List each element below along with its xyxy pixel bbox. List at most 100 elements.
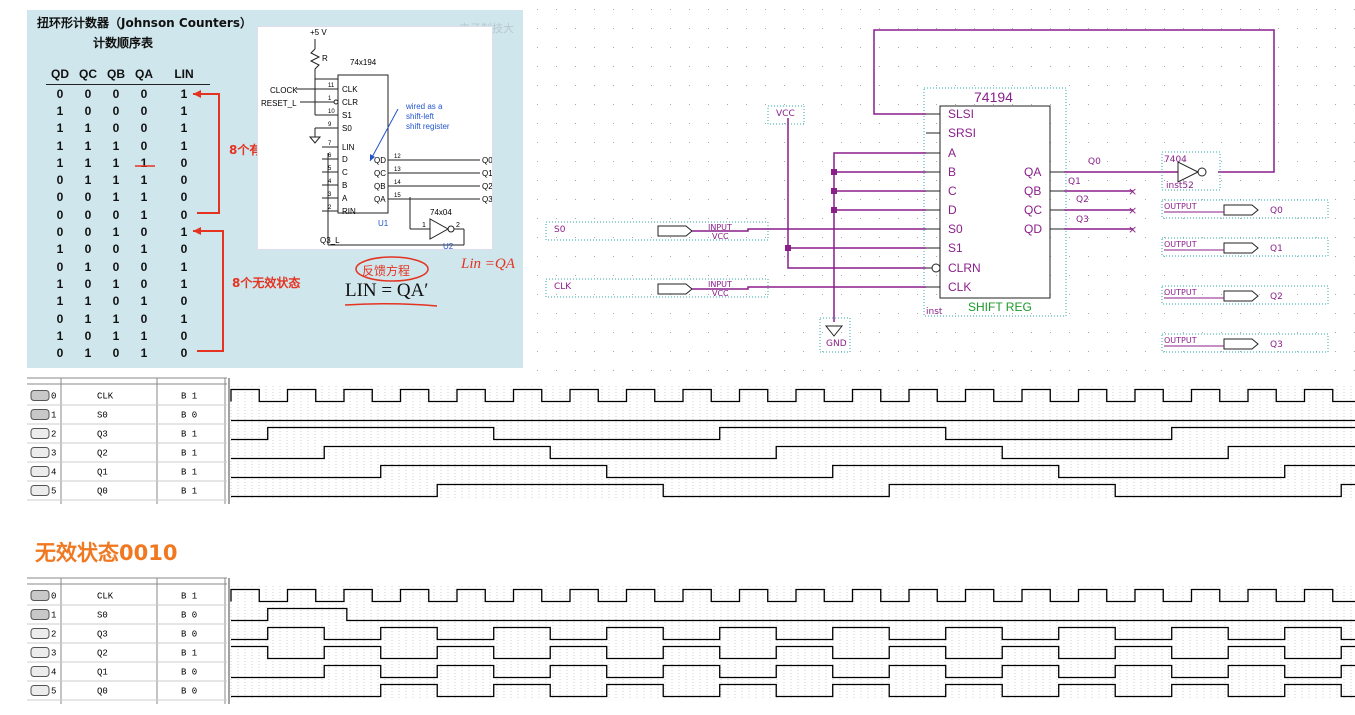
signal-value: B 0 xyxy=(181,687,197,697)
signal-name: CLK xyxy=(97,592,114,602)
signal-value: B 1 xyxy=(181,592,197,602)
chip-pin-name: QA xyxy=(1024,165,1041,179)
waveform-viewer-2[interactable]: 0 CLK B 1 1 S0 B 0 2 Q3 B 0 3 Q2 B 1 4 Q1 B 0 5 Q0 B 0 xyxy=(27,576,1355,706)
output-pin-q3[interactable]: Q3 xyxy=(1270,340,1283,350)
reset-label: RESET_L xyxy=(261,99,297,108)
wiring-note-1: wired as a xyxy=(405,102,443,111)
chip-pin-name: S1 xyxy=(948,241,963,255)
signal-value: B 0 xyxy=(181,411,197,421)
vcc-label: VCC xyxy=(776,109,795,119)
inverter-inst: inst52 xyxy=(1166,181,1194,191)
svg-text:OUTPUT: OUTPUT xyxy=(1164,288,1197,297)
wiring-note-3: shift register xyxy=(406,122,450,131)
signal-name: Q1 xyxy=(97,668,108,678)
chip-pin-name: CLK xyxy=(342,85,358,94)
output-pin-icon xyxy=(30,685,50,696)
output-pin-icon xyxy=(30,447,50,458)
signal-value: B 1 xyxy=(181,449,197,459)
chip-pin-name: S0 xyxy=(342,124,352,133)
chip-pin-name: C xyxy=(948,184,957,198)
signal-name: Q1 xyxy=(97,468,108,478)
inst-label: inst xyxy=(926,307,943,317)
chip-pin-name: A xyxy=(948,146,956,160)
gnd-label: GND xyxy=(826,339,847,349)
svg-text:×: × xyxy=(1128,204,1137,217)
chip-pin-number: 9 xyxy=(328,122,332,128)
signal-value: B 0 xyxy=(181,630,197,640)
chip-pin-number: 10 xyxy=(328,109,335,115)
signal-value: B 0 xyxy=(181,611,197,621)
input-pin-s0[interactable]: S0 xyxy=(554,225,566,235)
invalid-state-title: 无效状态0010 xyxy=(35,541,178,565)
chip-pin-name: QB xyxy=(1024,184,1041,198)
chip-pin-number: 1 xyxy=(328,96,332,102)
signal-value: B 1 xyxy=(181,487,197,497)
chip-pin-number: 13 xyxy=(394,167,401,173)
signal-value: B 1 xyxy=(181,392,197,402)
chip-pin-name: SLSI xyxy=(948,107,974,121)
svg-text:VCC: VCC xyxy=(712,232,729,241)
chip-pin-name: S1 xyxy=(342,111,352,120)
chip-pin-number: 15 xyxy=(394,193,401,199)
signal-name: Q3 xyxy=(97,630,108,640)
row-index: 5 xyxy=(51,487,56,497)
chip-pin-name: D xyxy=(948,203,957,217)
chip-pin-name: SRSI xyxy=(948,126,976,140)
waveform-viewer-1[interactable]: 0 CLK B 1 1 S0 B 0 2 Q3 B 1 3 Q2 B 1 4 Q1 B 1 5 Q0 B 1 xyxy=(27,376,1355,506)
equation-underline xyxy=(345,302,438,307)
quartus-schematic-editor[interactable]: 74194 SHIFT REG inst SLSI SRSI A B C D S0 S1 CLRN CL… xyxy=(528,0,1355,372)
input-pin-clk[interactable]: CLK xyxy=(554,282,572,292)
svg-text:OUTPUT: OUTPUT xyxy=(1164,240,1197,249)
output-pin-q1[interactable]: Q1 xyxy=(1270,244,1283,254)
inverter-part-label: 74x04 xyxy=(430,208,452,217)
signal-name: Q2 xyxy=(97,449,108,459)
resistor-label: R xyxy=(322,54,328,63)
signal-value: B 1 xyxy=(181,649,197,659)
chip-pin-number: 3 xyxy=(328,192,332,198)
output-pin-q2[interactable]: Q2 xyxy=(1270,292,1283,302)
clock-label: CLOCK xyxy=(270,86,298,95)
output-pin-q0[interactable]: Q0 xyxy=(1270,206,1283,216)
inv-pin-out: 2 xyxy=(456,222,460,229)
lin-equation: LIN = QA′ xyxy=(345,280,429,301)
signal-name: Q3 xyxy=(97,430,108,440)
chip-pin-number: 7 xyxy=(328,141,332,147)
svg-text:×: × xyxy=(1128,223,1137,236)
chip-pin-number: 11 xyxy=(328,83,335,89)
chip-title: 74194 xyxy=(974,89,1013,105)
output-label: Q3 xyxy=(482,195,492,204)
chip-pin-number: 2 xyxy=(328,205,332,211)
chip-pin-name: B xyxy=(342,181,347,190)
invalid-states-note: 8个无效状态 xyxy=(232,276,301,290)
output-pin-icon xyxy=(30,466,50,477)
chip-subtitle: SHIFT REG xyxy=(968,300,1032,314)
input-pin-icon xyxy=(30,390,50,401)
svg-text:OUTPUT: OUTPUT xyxy=(1164,336,1197,345)
svg-text:OUTPUT: OUTPUT xyxy=(1164,202,1197,211)
row-index: 4 xyxy=(51,668,56,678)
chip-pin-number: 4 xyxy=(328,179,332,185)
signal-name: Q0 xyxy=(97,687,108,697)
chip-pin-name: QD xyxy=(374,156,386,165)
output-pin-icon xyxy=(30,666,50,677)
row-index: 2 xyxy=(51,430,56,440)
vcc-label: +5 V xyxy=(310,28,327,37)
signal-value: B 0 xyxy=(181,668,197,678)
row-index: 3 xyxy=(51,449,56,459)
chip-pin-name: A xyxy=(342,194,348,203)
inv-pin-in: 1 xyxy=(422,222,426,229)
handwritten-note: Lin =QA xyxy=(461,256,515,272)
chip-pin-name: QD xyxy=(1024,222,1042,236)
input-pin-icon xyxy=(30,409,50,420)
output-pin-icon xyxy=(30,628,50,639)
chip-pin-name: QC xyxy=(374,169,386,178)
chip-pin-name: QB xyxy=(374,182,386,191)
output-label: Q0 xyxy=(482,156,492,165)
net-label: Q2 xyxy=(1076,195,1089,205)
output-label: Q2 xyxy=(482,182,492,191)
chip-pin-number: 6 xyxy=(328,153,332,159)
chip-pin-name: C xyxy=(342,168,348,177)
svg-text:VCC: VCC xyxy=(712,289,729,298)
net-label: Q0 xyxy=(1088,157,1101,167)
signal-name: Q0 xyxy=(97,487,108,497)
